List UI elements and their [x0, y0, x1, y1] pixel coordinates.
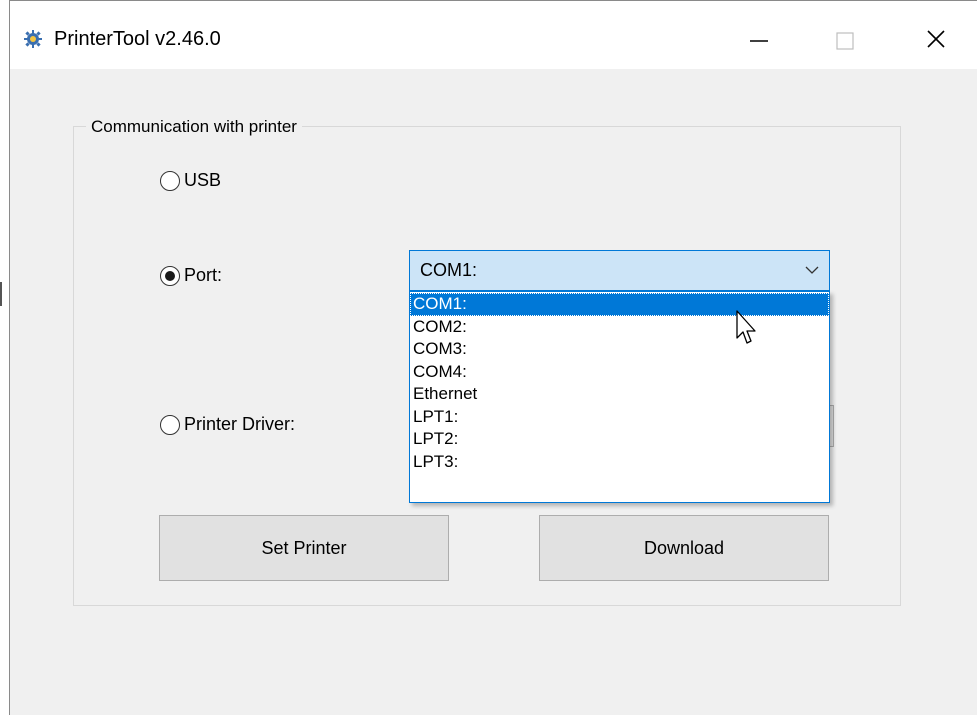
- minimize-icon: [750, 40, 768, 42]
- dropdown-item-com3[interactable]: COM3:: [410, 338, 829, 361]
- gear-icon: [24, 30, 42, 48]
- port-radio-label: Port:: [184, 265, 223, 285]
- maximize-icon: [836, 32, 854, 50]
- usb-radio[interactable]: USB: [160, 170, 221, 191]
- title-bar[interactable]: PrinterTool v2.46.0: [10, 1, 977, 69]
- radio-circle-icon: [160, 170, 180, 191]
- close-icon: [927, 30, 945, 48]
- radio-dot: [165, 270, 175, 281]
- maximize-button[interactable]: [816, 17, 872, 61]
- dropdown-item-com4[interactable]: COM4:: [410, 361, 829, 384]
- mouse-cursor-icon: [736, 310, 756, 344]
- dropdown-item-lpt2[interactable]: LPT2:: [410, 428, 829, 451]
- port-radio[interactable]: Port:: [160, 265, 222, 286]
- download-button[interactable]: Download: [539, 515, 829, 581]
- port-select-value: COM1:: [420, 260, 478, 280]
- dropdown-item-ethernet[interactable]: Ethernet: [410, 383, 829, 406]
- set-printer-button[interactable]: Set Printer: [159, 515, 449, 581]
- chevron-down-icon: [805, 266, 819, 274]
- printer-driver-radio-label: Printer Driver:: [184, 414, 296, 434]
- dropdown-item-com1[interactable]: COM1:: [410, 293, 829, 316]
- printertool-window: PrinterTool v2.46.0 Communication with p…: [9, 0, 977, 715]
- usb-radio-label: USB: [184, 170, 222, 190]
- port-dropdown-list[interactable]: COM1: COM2: COM3: COM4: Ethernet LPT1: L…: [409, 291, 830, 503]
- radio-selected-icon: [160, 265, 180, 286]
- background-window-edge: [0, 282, 2, 306]
- dropdown-item-lpt1[interactable]: LPT1:: [410, 406, 829, 429]
- port-select[interactable]: COM1:: [409, 250, 830, 291]
- printer-driver-radio[interactable]: Printer Driver:: [160, 414, 295, 435]
- radio-circle-icon: [160, 414, 180, 435]
- dropdown-item-com2[interactable]: COM2:: [410, 316, 829, 339]
- window-title: PrinterTool v2.46.0: [54, 28, 221, 50]
- minimize-button[interactable]: [730, 17, 786, 61]
- close-button[interactable]: [908, 17, 964, 61]
- groupbox-title: Communication with printer: [86, 117, 302, 137]
- dropdown-item-lpt3[interactable]: LPT3:: [410, 451, 829, 474]
